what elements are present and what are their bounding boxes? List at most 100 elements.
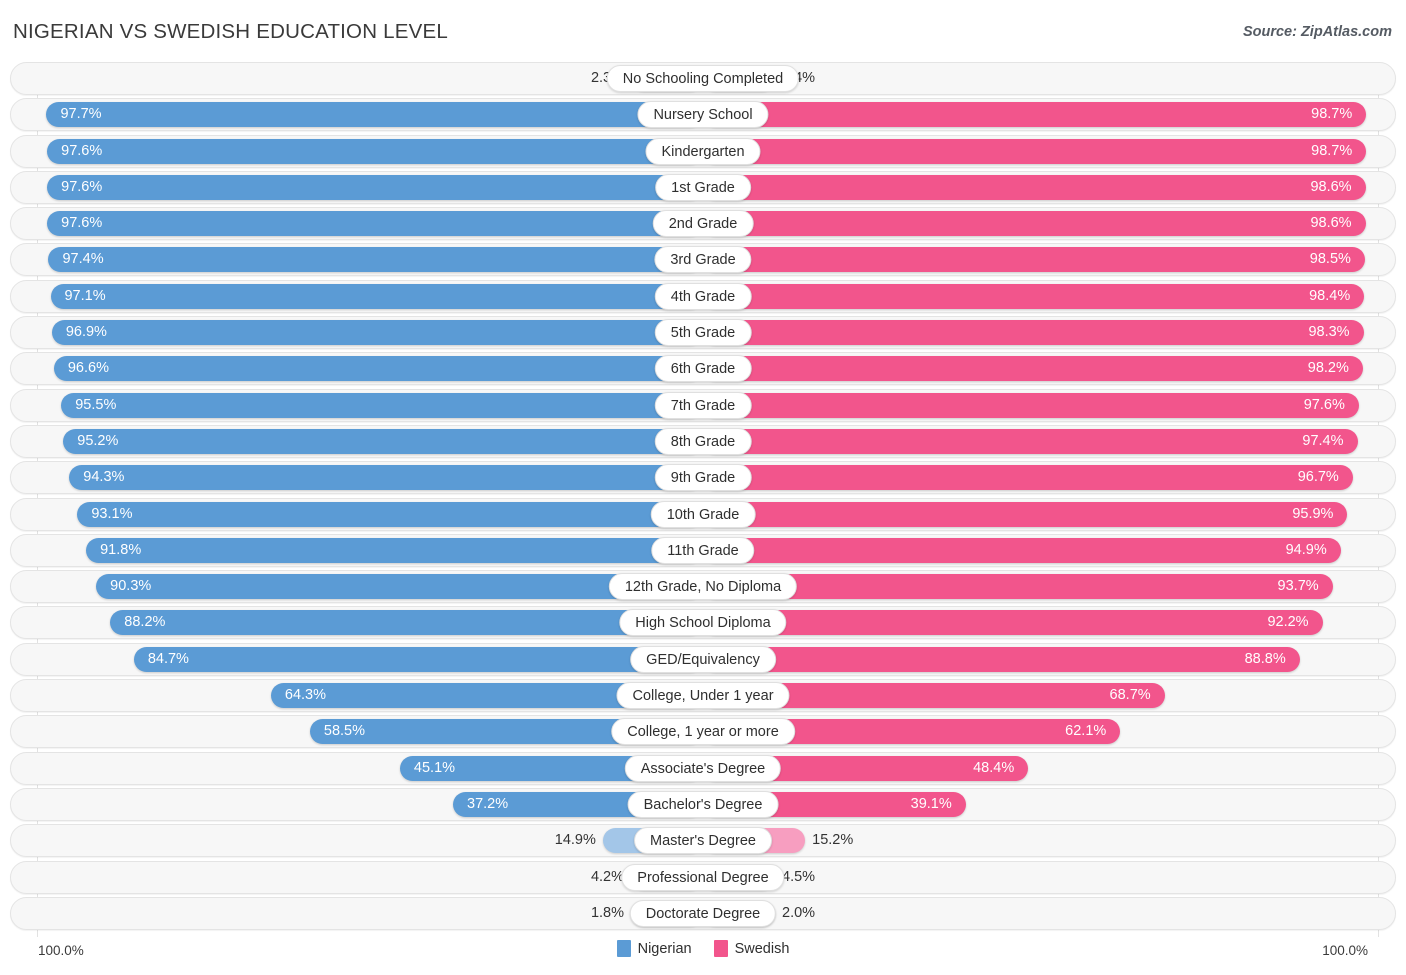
chart-row: 96.6% 98.2% 6th Grade	[0, 352, 1406, 386]
value-label-swedish: 98.7%	[1311, 142, 1353, 159]
chart-row: 97.6% 98.6% 2nd Grade	[0, 207, 1406, 241]
value-label-nigerian: 97.7%	[60, 106, 102, 123]
category-label-pill: College, Under 1 year	[616, 682, 790, 710]
value-label-swedish: 98.5%	[1309, 251, 1351, 268]
bar-nigerian	[51, 320, 703, 346]
category-label-pill: 4th Grade	[654, 282, 752, 310]
value-label-nigerian: 97.4%	[62, 251, 104, 268]
value-label-nigerian: 96.9%	[65, 324, 107, 341]
chart-row: 64.3% 68.7% College, Under 1 year	[0, 679, 1406, 713]
chart-row: 91.8% 94.9% 11th Grade	[0, 533, 1406, 567]
chart-footer: 100.0% 100.0% Nigerian Swedish	[0, 937, 1406, 975]
chart-row: 93.1% 95.9% 10th Grade	[0, 497, 1406, 531]
chart-row: 97.4% 98.5% 3rd Grade	[0, 243, 1406, 277]
category-label-pill: GED/Equivalency	[630, 645, 776, 673]
value-label-nigerian: 1.8%	[590, 904, 624, 921]
chart-row: 90.3% 93.7% 12th Grade, No Diploma	[0, 570, 1406, 604]
legend-label: Swedish	[734, 940, 790, 957]
chart-page: NIGERIAN VS SWEDISH EDUCATION LEVEL Sour…	[0, 0, 1406, 975]
value-label-nigerian: 45.1%	[413, 759, 456, 776]
bar-nigerian	[53, 356, 703, 382]
bar-nigerian	[61, 392, 703, 418]
category-label-pill: Associate's Degree	[624, 754, 782, 782]
value-label-swedish: 95.9%	[1292, 505, 1334, 522]
category-label-pill: 8th Grade	[654, 427, 752, 455]
value-label-swedish: 2.0%	[782, 904, 816, 921]
category-label-pill: High School Diploma	[619, 609, 787, 637]
category-label-pill: 11th Grade	[651, 536, 755, 564]
value-label-swedish: 15.2%	[812, 832, 854, 849]
category-label-pill: 1st Grade	[655, 173, 751, 201]
value-label-swedish: 92.2%	[1267, 614, 1309, 631]
value-label-swedish: 93.7%	[1277, 578, 1319, 595]
page-title: NIGERIAN VS SWEDISH EDUCATION LEVEL	[13, 20, 448, 43]
value-label-nigerian: 97.6%	[61, 178, 103, 195]
value-label-swedish: 97.6%	[1303, 396, 1345, 413]
value-label-nigerian: 88.2%	[124, 614, 166, 631]
chart-row: 95.5% 97.6% 7th Grade	[0, 388, 1406, 422]
chart-row: 45.1% 48.4% Associate's Degree	[0, 751, 1406, 785]
value-label-swedish: 88.8%	[1244, 650, 1286, 667]
bar-nigerian	[46, 102, 703, 128]
chart-legend: Nigerian Swedish	[0, 940, 1406, 957]
bar-nigerian	[77, 501, 703, 527]
category-label-pill: Master's Degree	[634, 827, 772, 855]
legend-item: Nigerian	[616, 940, 692, 957]
category-label-pill: Professional Degree	[621, 863, 785, 891]
chart-row: 96.9% 98.3% 5th Grade	[0, 316, 1406, 350]
bar-nigerian	[133, 646, 703, 672]
chart-row: 94.3% 96.7% 9th Grade	[0, 461, 1406, 495]
chart-row: 97.1% 98.4% 4th Grade	[0, 279, 1406, 313]
chart-row: 88.2% 92.2% High School Diploma	[0, 606, 1406, 640]
value-label-nigerian: 84.7%	[147, 650, 189, 667]
chart-row: 4.2% 4.5% Professional Degree	[0, 860, 1406, 894]
category-label-pill: 9th Grade	[654, 464, 752, 492]
bar-nigerian	[63, 428, 703, 454]
value-label-swedish: 98.3%	[1308, 324, 1350, 341]
bar-nigerian	[47, 138, 703, 164]
category-label-pill: Doctorate Degree	[629, 899, 777, 927]
value-label-nigerian: 14.9%	[554, 832, 596, 849]
chart-row: 97.6% 98.6% 1st Grade	[0, 170, 1406, 204]
chart-row: 37.2% 39.1% Bachelor's Degree	[0, 787, 1406, 821]
category-label-pill: Kindergarten	[645, 137, 761, 165]
category-label-pill: College, 1 year or more	[611, 718, 795, 746]
source-attribution: Source: ZipAtlas.com	[1242, 24, 1392, 40]
bar-nigerian	[69, 465, 703, 491]
category-label-pill: 6th Grade	[654, 355, 752, 383]
value-label-nigerian: 64.3%	[284, 687, 327, 704]
value-label-nigerian: 97.1%	[64, 287, 106, 304]
bar-nigerian	[47, 174, 703, 200]
value-label-swedish: 4.5%	[782, 868, 816, 885]
value-label-nigerian: 97.6%	[61, 215, 103, 232]
value-label-nigerian: 93.1%	[91, 505, 133, 522]
value-label-nigerian: 90.3%	[110, 578, 152, 595]
value-label-nigerian: 37.2%	[467, 795, 509, 812]
chart-row: 14.9% 15.2% Master's Degree	[0, 824, 1406, 858]
value-label-swedish: 98.6%	[1310, 178, 1352, 195]
category-label-pill: No Schooling Completed	[606, 65, 800, 92]
category-label-pill: 3rd Grade	[654, 246, 752, 274]
bar-nigerian	[86, 537, 703, 563]
value-label-swedish: 98.2%	[1307, 360, 1349, 377]
legend-label: Nigerian	[637, 940, 692, 957]
value-label-swedish: 97.4%	[1302, 432, 1344, 449]
category-label-pill: Bachelor's Degree	[627, 790, 779, 818]
category-label-pill: 12th Grade, No Diploma	[608, 573, 798, 601]
value-label-nigerian: 95.2%	[77, 432, 119, 449]
value-label-nigerian: 95.5%	[75, 396, 117, 413]
category-label-pill: 10th Grade	[650, 500, 756, 528]
chart-rows: 2.3%1.4%No Schooling Completed 97.7% 98.7%…	[0, 62, 1406, 933]
value-label-nigerian: 97.6%	[61, 142, 103, 159]
value-label-swedish: 94.9%	[1285, 541, 1327, 558]
chart-row: 97.6% 98.7% Kindergarten	[0, 134, 1406, 168]
chart-row: 1.8% 2.0% Doctorate Degree	[0, 896, 1406, 930]
legend-item: Swedish	[713, 940, 790, 957]
category-label-pill: 2nd Grade	[652, 210, 754, 238]
value-label-nigerian: 94.3%	[83, 469, 125, 486]
bar-nigerian	[48, 247, 703, 273]
value-label-swedish: 98.7%	[1311, 106, 1353, 123]
chart-row: 97.7% 98.7% Nursery School	[0, 98, 1406, 132]
bar-nigerian	[50, 283, 703, 309]
value-label-nigerian: 96.6%	[67, 360, 109, 377]
